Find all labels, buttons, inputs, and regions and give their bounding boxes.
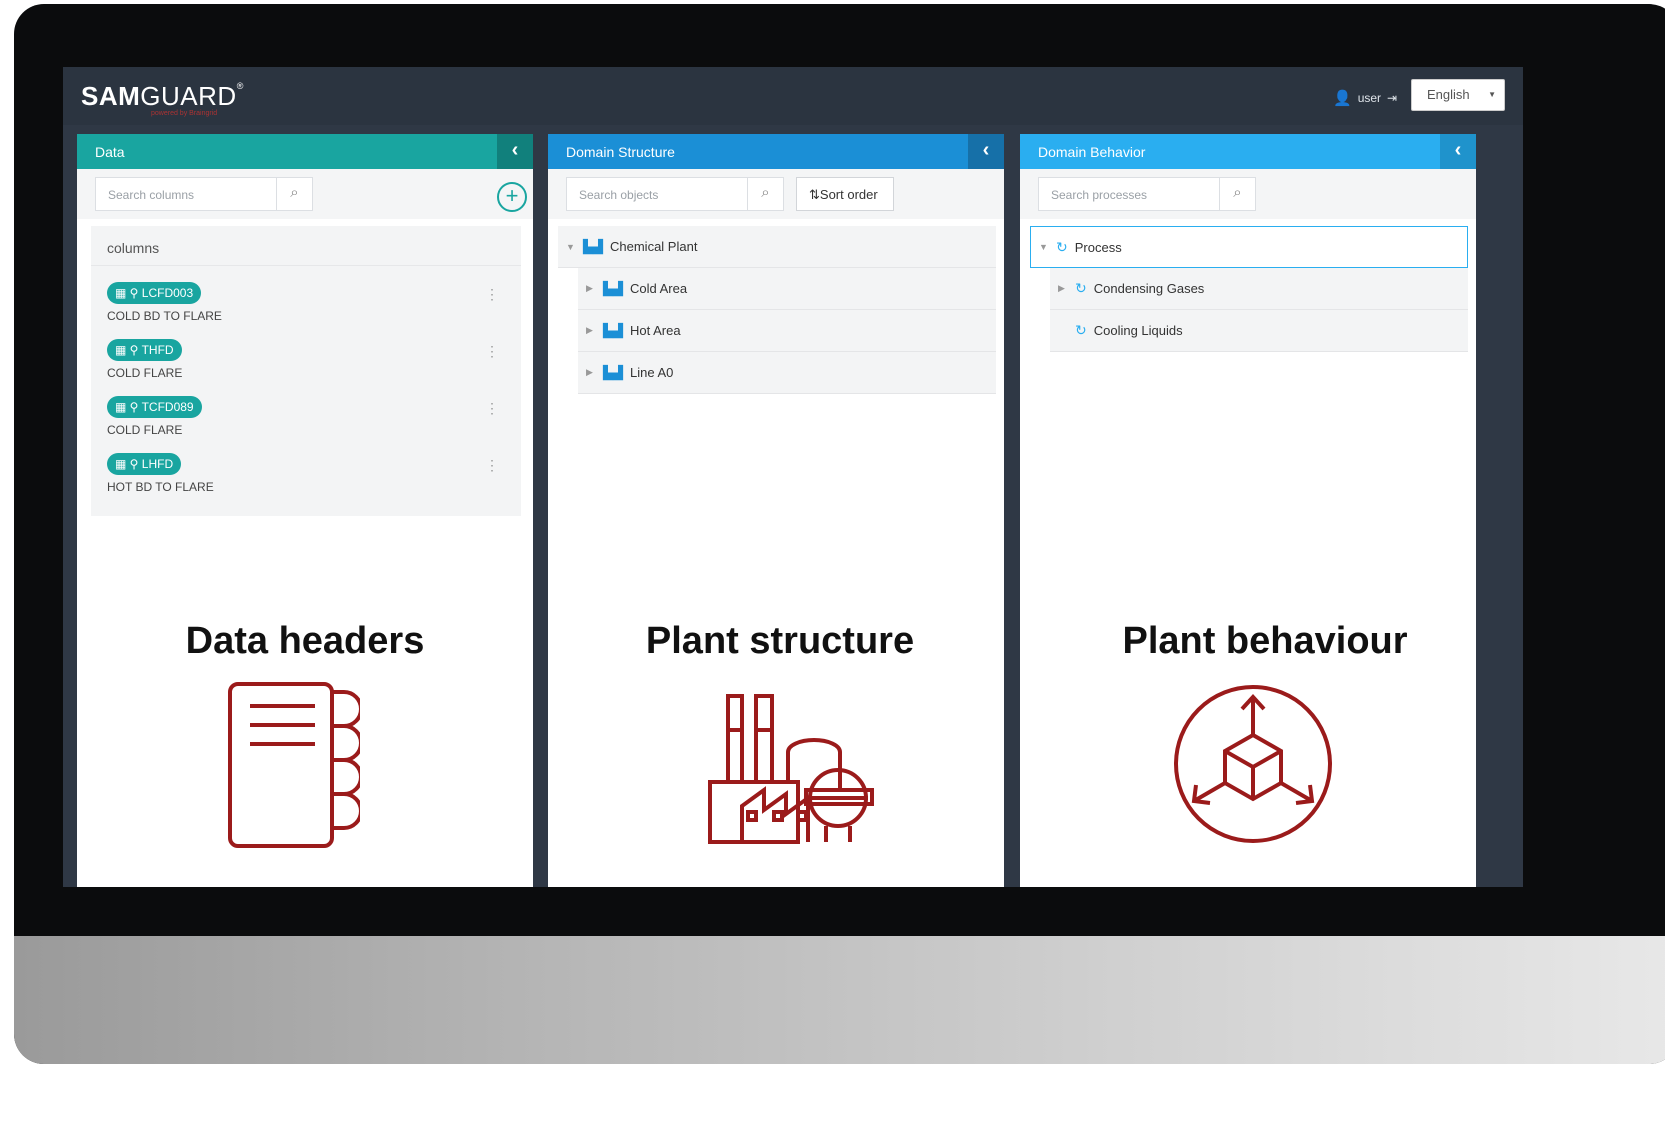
process-cube-icon — [1174, 685, 1332, 843]
language-select[interactable]: English ▼ — [1411, 79, 1505, 111]
notebook-icon — [228, 682, 360, 848]
top-bar: SAMGUARD® powered by Braingrid 👤 user ⇥ … — [63, 67, 1523, 125]
brand-logo: SAMGUARD® — [81, 81, 244, 111]
collapse-button[interactable]: ‹ — [1440, 134, 1476, 169]
more-icon[interactable]: ⋮ — [485, 286, 499, 303]
more-icon[interactable]: ⋮ — [485, 400, 499, 417]
panel-header: Domain Behavior ‹ — [1020, 134, 1476, 169]
list-item[interactable]: ▦ ⚲ THFD COLD FLARE ⋮ — [91, 323, 521, 380]
tree-node[interactable]: ▶ ▙▟ Line A0 — [578, 352, 996, 394]
structure-tree: ▼ ▙▟ Chemical Plant ▶ ▙▟ Cold Area ▶ ▙▟ … — [558, 226, 996, 394]
more-icon[interactable]: ⋮ — [485, 457, 499, 474]
sort-icon: ⇅ — [809, 187, 820, 202]
collapsed-arrow-icon[interactable]: ▶ — [586, 367, 596, 378]
panel-title: Data — [95, 144, 125, 160]
add-column-button[interactable]: + — [497, 182, 527, 212]
user-menu[interactable]: 👤 user ⇥ — [1333, 89, 1397, 107]
tree-node[interactable]: ▶ ▙▟ Cold Area — [578, 268, 996, 310]
expanded-arrow-icon[interactable]: ▼ — [566, 242, 576, 252]
column-description: COLD FLARE — [107, 423, 183, 437]
chevron-down-icon: ▼ — [1488, 90, 1496, 99]
building-icon: ▙▟ — [603, 280, 623, 296]
collapse-button[interactable]: ‹ — [497, 134, 533, 169]
list-item[interactable]: ▦ ⚲ TCFD089 COLD FLARE ⋮ — [91, 380, 521, 437]
process-icon: ↻ — [1075, 322, 1087, 338]
columns-list: columns ▦ ⚲ LCFD003 COLD BD TO FLARE ⋮ ▦… — [91, 226, 521, 516]
panel-toolbar: Search objects ⌕ ⇅Sort order — [548, 169, 1004, 219]
tree-node-root[interactable]: ▼ ▙▟ Chemical Plant — [558, 226, 996, 268]
building-icon: ▙▟ — [603, 364, 623, 380]
column-description: COLD BD TO FLARE — [107, 309, 222, 323]
collapsed-arrow-icon[interactable]: ▶ — [1058, 283, 1068, 294]
panel-title: Domain Behavior — [1038, 144, 1146, 160]
collapsed-arrow-icon[interactable]: ▶ — [586, 283, 596, 294]
collapse-button[interactable]: ‹ — [968, 134, 1004, 169]
panel-toolbar: Search processes ⌕ — [1020, 169, 1476, 219]
process-icon: ↻ — [1075, 280, 1087, 296]
building-icon: ▙▟ — [583, 238, 603, 254]
search-input[interactable]: Search processes ⌕ — [1038, 177, 1256, 211]
building-icon: ▙▟ — [603, 322, 623, 338]
behavior-tree: ▼ ↻ Process ▶ ↻ Condensing Gases ↻ Cooli… — [1030, 226, 1468, 352]
collapsed-arrow-icon[interactable]: ▶ — [586, 325, 596, 336]
column-description: HOT BD TO FLARE — [107, 480, 214, 494]
user-name: user — [1357, 91, 1382, 105]
factory-icon — [708, 694, 874, 844]
panel-header: Domain Structure ‹ — [548, 134, 1004, 169]
monitor-frame: SAMGUARD® powered by Braingrid 👤 user ⇥ … — [14, 4, 1665, 1064]
list-title: columns — [91, 226, 521, 266]
monitor-chin — [14, 936, 1665, 1064]
search-input[interactable]: Search columns ⌕ — [95, 177, 313, 211]
column-tag[interactable]: ▦ ⚲ TCFD089 — [107, 396, 202, 418]
user-icon: 👤 — [1333, 90, 1352, 107]
caption-plant-behaviour: Plant behaviour — [1122, 620, 1408, 662]
more-icon[interactable]: ⋮ — [485, 343, 499, 360]
caption-data-headers: Data headers — [185, 620, 425, 662]
tree-node[interactable]: ▶ ↻ Condensing Gases — [1050, 268, 1468, 310]
search-icon[interactable]: ⌕ — [747, 178, 783, 210]
search-input[interactable]: Search objects ⌕ — [566, 177, 784, 211]
brand-tagline: powered by Braingrid — [151, 110, 218, 117]
panel-toolbar: Search columns ⌕ + — [77, 169, 533, 219]
column-tag[interactable]: ▦ ⚲ THFD — [107, 339, 182, 361]
search-icon[interactable]: ⌕ — [1219, 178, 1255, 210]
list-item[interactable]: ▦ ⚲ LHFD HOT BD TO FLARE ⋮ — [91, 437, 521, 494]
tree-node-root[interactable]: ▼ ↻ Process — [1030, 226, 1468, 268]
expanded-arrow-icon[interactable]: ▼ — [1039, 242, 1049, 252]
sort-order-button[interactable]: ⇅Sort order — [796, 177, 894, 211]
tree-node[interactable]: ▶ ▙▟ Hot Area — [578, 310, 996, 352]
panel-title: Domain Structure — [566, 144, 675, 160]
caption-plant-structure: Plant structure — [645, 620, 915, 662]
process-icon: ↻ — [1056, 238, 1068, 255]
list-item[interactable]: ▦ ⚲ LCFD003 COLD BD TO FLARE ⋮ — [91, 266, 521, 323]
search-icon[interactable]: ⌕ — [276, 178, 312, 210]
column-tag[interactable]: ▦ ⚲ LHFD — [107, 453, 182, 475]
column-description: COLD FLARE — [107, 366, 183, 380]
logout-icon[interactable]: ⇥ — [1387, 91, 1397, 105]
tree-node[interactable]: ↻ Cooling Liquids — [1050, 310, 1468, 352]
panel-header: Data ‹ — [77, 134, 533, 169]
column-tag[interactable]: ▦ ⚲ LCFD003 — [107, 282, 202, 304]
